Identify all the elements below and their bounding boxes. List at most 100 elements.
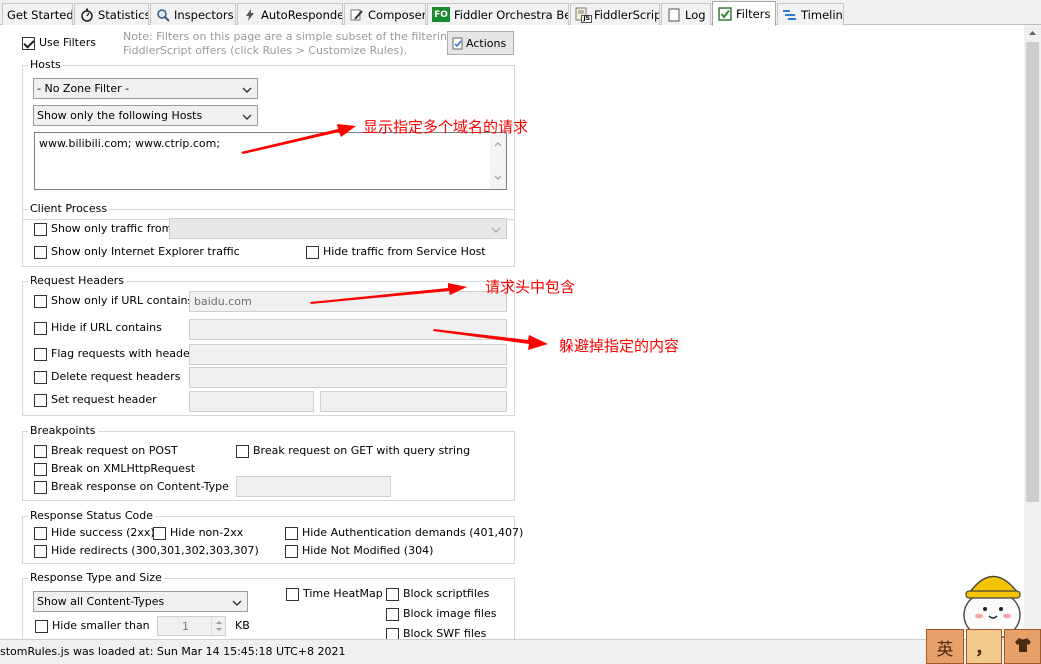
show-if-url-contains-label: Show only if URL contains: [51, 294, 194, 307]
break-content-type-label: Break response on Content-Type: [51, 480, 229, 493]
breakpoints-title: Breakpoints: [28, 424, 98, 437]
host-list-scrollbar[interactable]: [490, 133, 506, 189]
delete-headers-label: Delete request headers: [51, 370, 181, 383]
tab-bar: Get Started Statistics Inspectors AutoRe…: [0, 0, 1041, 26]
ime-language-button[interactable]: 英: [926, 629, 964, 664]
break-xhr-label: Break on XMLHttpRequest: [51, 462, 196, 475]
delete-headers-input[interactable]: [189, 367, 507, 388]
time-heatmap-checkbox[interactable]: [286, 588, 299, 601]
magnifier-icon: [155, 7, 170, 22]
use-filters-checkbox[interactable]: [22, 37, 35, 50]
hide-redirects-checkbox[interactable]: [34, 545, 47, 558]
url-contains-input[interactable]: baidu.com: [189, 291, 507, 312]
timeline-icon: [782, 7, 797, 22]
chevron-down-icon: [242, 111, 252, 124]
block-script-checkbox[interactable]: [386, 588, 399, 601]
hide-auth-checkbox[interactable]: [285, 527, 298, 540]
hide-if-url-contains-checkbox[interactable]: [34, 322, 47, 335]
response-type-title: Response Type and Size: [28, 571, 164, 584]
fo-icon: FO: [432, 7, 450, 22]
show-only-traffic-from-checkbox[interactable]: [34, 223, 47, 236]
tab-inspectors[interactable]: Inspectors: [150, 3, 236, 25]
show-if-url-contains-checkbox[interactable]: [34, 295, 47, 308]
actions-button[interactable]: Actions: [447, 31, 514, 55]
status-text: stomRules.js was loaded at: Sun Mar 14 1…: [0, 645, 346, 658]
show-only-ie-checkbox[interactable]: [34, 246, 47, 259]
chevron-down-icon: [232, 597, 242, 610]
scrollbar-thumb[interactable]: [1026, 42, 1039, 502]
tab-label: Fiddler Orchestra Beta: [454, 7, 568, 22]
tab-label: Log: [685, 7, 706, 22]
size-stepper[interactable]: 1: [157, 616, 226, 636]
set-header-checkbox[interactable]: [34, 394, 47, 407]
lightning-icon: [242, 7, 257, 22]
block-swf-label: Block SWF files: [403, 627, 487, 639]
content-type-dropdown[interactable]: Show all Content-Types: [33, 591, 248, 612]
use-filters-label: Use Filters: [39, 36, 97, 49]
delete-headers-checkbox[interactable]: [34, 371, 47, 384]
host-list-value: www.bilibili.com; www.ctrip.com;: [39, 137, 221, 150]
tab-composer[interactable]: Composer: [344, 3, 426, 25]
ime-punctuation-button[interactable]: ，: [966, 629, 1002, 664]
size-value: 1: [182, 620, 189, 633]
actions-label: Actions: [466, 36, 507, 50]
scroll-up-icon[interactable]: [1024, 25, 1041, 42]
break-post-checkbox[interactable]: [34, 445, 47, 458]
set-header-name-input[interactable]: [189, 391, 314, 412]
hide-non-2xx-checkbox[interactable]: [153, 527, 166, 540]
hide-success-label: Hide success (2xx): [51, 526, 155, 539]
hide-non-2xx-label: Hide non-2xx: [170, 526, 244, 539]
status-bar: stomRules.js was loaded at: Sun Mar 14 1…: [0, 639, 1041, 664]
tab-statistics[interactable]: Statistics: [74, 3, 149, 25]
break-post-label: Break request on POST: [51, 444, 178, 457]
block-image-label: Block image files: [403, 607, 497, 620]
hide-service-host-label: Hide traffic from Service Host: [323, 245, 486, 258]
hide-smaller-checkbox[interactable]: [35, 620, 48, 633]
vertical-scrollbar[interactable]: [1024, 25, 1041, 639]
process-dropdown[interactable]: [169, 218, 507, 239]
flag-headers-input[interactable]: [189, 344, 507, 365]
hide-url-contains-input[interactable]: [189, 319, 507, 340]
flag-requests-checkbox[interactable]: [34, 348, 47, 361]
host-list-textarea[interactable]: www.bilibili.com; www.ctrip.com;: [34, 132, 507, 190]
hide-not-modified-checkbox[interactable]: [285, 545, 298, 558]
tab-fiddler-orchestra[interactable]: FO Fiddler Orchestra Beta: [427, 3, 569, 25]
set-header-value-input[interactable]: [320, 391, 507, 412]
shirt-icon: [1013, 635, 1033, 658]
chevron-down-icon: [242, 84, 252, 97]
block-swf-checkbox[interactable]: [386, 628, 399, 639]
block-script-label: Block scriptfiles: [403, 587, 490, 600]
tab-timeline[interactable]: Timeline: [777, 3, 844, 25]
tab-log[interactable]: Log: [661, 3, 711, 25]
tab-filters[interactable]: Filters: [712, 1, 776, 26]
tab-label: AutoResponder: [261, 7, 343, 22]
hide-if-url-contains-label: Hide if URL contains: [51, 321, 162, 334]
hide-redirects-label: Hide redirects (300,301,302,303,307): [51, 544, 259, 557]
filters-panel: Use Filters Note: Filters on this page a…: [0, 25, 1041, 639]
tab-get-started[interactable]: Get Started: [2, 3, 73, 25]
host-filter-dropdown[interactable]: Show only the following Hosts: [33, 105, 258, 126]
hide-not-modified-label: Hide Not Modified (304): [302, 544, 434, 557]
hide-smaller-label: Hide smaller than: [52, 619, 150, 632]
break-get-query-checkbox[interactable]: [236, 445, 249, 458]
break-content-type-checkbox[interactable]: [34, 481, 47, 494]
script-icon: JS: [575, 7, 592, 23]
hide-service-host-checkbox[interactable]: [306, 246, 319, 259]
filters-note-line2: FiddlerScript offers (click Rules > Cust…: [123, 44, 408, 57]
zone-filter-dropdown[interactable]: - No Zone Filter -: [33, 78, 258, 99]
break-xhr-checkbox[interactable]: [34, 463, 47, 476]
ime-toolbar: 英 ，: [926, 611, 1041, 664]
block-image-checkbox[interactable]: [386, 608, 399, 621]
flag-requests-label: Flag requests with headers: [51, 347, 200, 360]
ime-skin-button[interactable]: [1004, 629, 1041, 664]
stepper-arrows-icon[interactable]: [211, 617, 225, 635]
tab-fiddlerscript[interactable]: JS FiddlerScript: [570, 3, 660, 25]
tab-label: Get Started: [7, 7, 73, 22]
tab-autoresponder[interactable]: AutoResponder: [237, 3, 343, 25]
hide-success-checkbox[interactable]: [34, 527, 47, 540]
set-header-label: Set request header: [51, 393, 157, 406]
break-get-query-label: Break request on GET with query string: [253, 444, 471, 457]
log-icon: [666, 7, 681, 22]
break-content-type-input[interactable]: [236, 476, 391, 497]
annotation-url-contains-note: 请求头中包含: [485, 278, 576, 296]
